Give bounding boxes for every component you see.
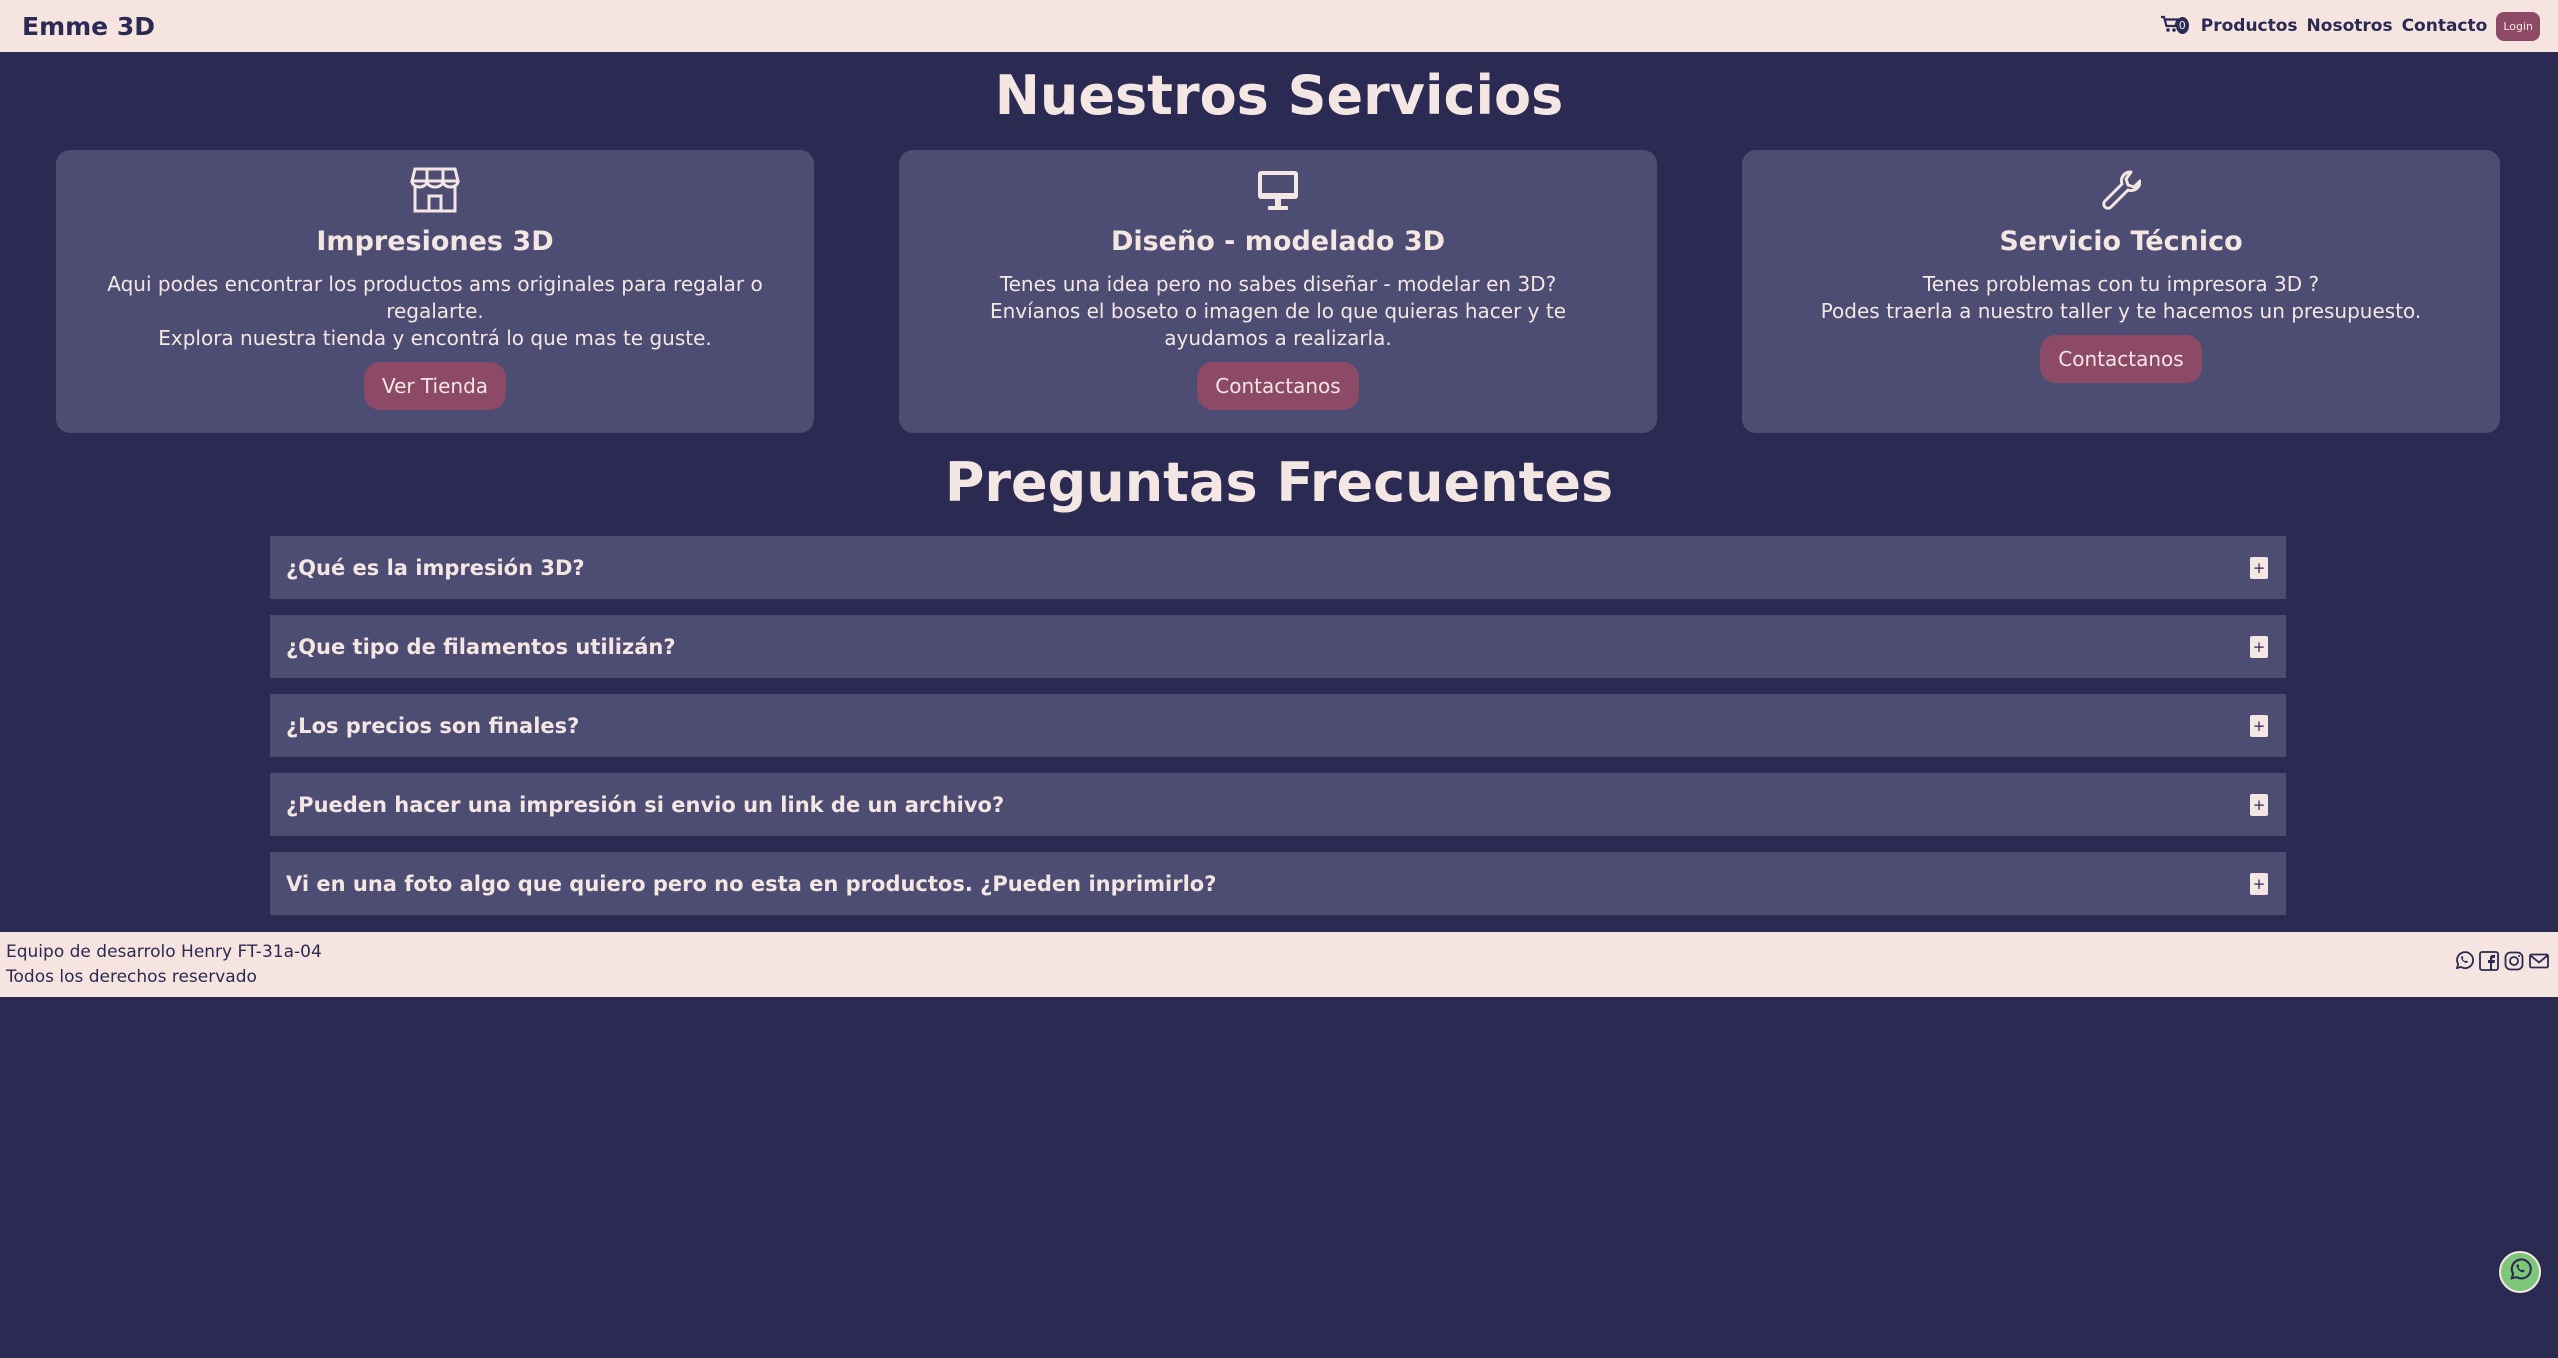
faq-question: ¿Qué es la impresión 3D?: [286, 555, 585, 580]
store-icon: [56, 166, 814, 214]
card-description-line: Aqui podes encontrar los productos ams o…: [107, 272, 763, 323]
social-links: [2453, 950, 2550, 972]
faq-item[interactable]: ¿Qué es la impresión 3D? +: [270, 536, 2286, 599]
expand-plus-icon[interactable]: +: [2250, 793, 2268, 816]
service-card-diseno: Diseño - modelado 3D Tenes una idea pero…: [899, 150, 1657, 433]
faq-item[interactable]: ¿Pueden hacer una impresión si envio un …: [270, 773, 2286, 836]
nav-links: 0 Productos Nosotros Contacto Login: [2160, 11, 2540, 41]
footer-credits: Equipo de desarrolo Henry FT-31a-04: [6, 942, 322, 962]
faq-question: ¿Que tipo de filamentos utilizán?: [286, 634, 676, 659]
card-description: Tenes una idea pero no sabes diseñar - m…: [899, 271, 1657, 352]
mail-icon[interactable]: [2528, 950, 2550, 972]
expand-plus-icon[interactable]: +: [2250, 872, 2268, 895]
faq-item[interactable]: ¿Que tipo de filamentos utilizán? +: [270, 615, 2286, 678]
contactanos-button[interactable]: Contactanos: [1197, 362, 1359, 410]
service-card-servicio-tecnico: Servicio Técnico Tenes problemas con tu …: [1742, 150, 2500, 433]
faq-question: ¿Los precios son finales?: [286, 713, 580, 738]
monitor-icon: [899, 166, 1657, 214]
faq-question: Vi en una foto algo que quiero pero no e…: [286, 871, 1217, 896]
card-description-line: Tenes una idea pero no sabes diseñar - m…: [999, 272, 1557, 296]
cart-button[interactable]: 0: [2160, 14, 2192, 38]
card-description-line: Tenes problemas con tu impresora 3D ?: [1922, 272, 2320, 296]
whatsapp-icon: [2507, 1257, 2533, 1287]
wrench-icon: [1742, 166, 2500, 214]
cart-count-badge: 0: [2175, 17, 2189, 34]
card-title: Impresiones 3D: [316, 226, 554, 257]
login-button[interactable]: Login: [2496, 11, 2540, 41]
faq-item[interactable]: Vi en una foto algo que quiero pero no e…: [270, 852, 2286, 915]
expand-plus-icon[interactable]: +: [2250, 556, 2268, 579]
nav-productos-link[interactable]: Productos: [2201, 16, 2298, 36]
card-description: Tenes problemas con tu impresora 3D ? Po…: [1742, 271, 2500, 325]
card-description-line: Envíanos el boseto o imagen de lo que qu…: [989, 299, 1567, 350]
services-title: Nuestros Servicios: [994, 64, 1564, 127]
instagram-icon[interactable]: [2503, 950, 2525, 972]
nav-nosotros-link[interactable]: Nosotros: [2307, 16, 2393, 36]
facebook-icon[interactable]: [2478, 950, 2500, 972]
faq-title: Preguntas Frecuentes: [944, 451, 1614, 514]
navbar: Emme 3D 0 Productos Nosotros Contacto Lo…: [0, 0, 2558, 52]
expand-plus-icon[interactable]: +: [2250, 714, 2268, 737]
nav-contacto-link[interactable]: Contacto: [2402, 16, 2488, 36]
contactanos-button[interactable]: Contactanos: [2040, 335, 2202, 383]
card-title: Diseño - modelado 3D: [1110, 226, 1446, 257]
expand-plus-icon[interactable]: +: [2250, 635, 2268, 658]
footer-copyright: Todos los derechos reservado: [6, 967, 257, 987]
footer: Equipo de desarrolo Henry FT-31a-04 Todo…: [0, 932, 2558, 997]
whatsapp-icon[interactable]: [2453, 950, 2475, 972]
brand-logo[interactable]: Emme 3D: [22, 12, 155, 41]
service-card-impresiones: Impresiones 3D Aqui podes encontrar los …: [56, 150, 814, 433]
card-description: Aqui podes encontrar los productos ams o…: [56, 271, 814, 352]
faq-question: ¿Pueden hacer una impresión si envio un …: [286, 792, 1005, 817]
card-description-line: Explora nuestra tienda y encontrá lo que…: [158, 326, 712, 350]
card-description-line: Podes traerla a nuestro taller y te hace…: [1820, 299, 2422, 323]
ver-tienda-button[interactable]: Ver Tienda: [363, 362, 507, 410]
faq-item[interactable]: ¿Los precios son finales? +: [270, 694, 2286, 757]
whatsapp-float-button[interactable]: [2499, 1251, 2541, 1293]
card-title: Servicio Técnico: [1999, 226, 2243, 257]
